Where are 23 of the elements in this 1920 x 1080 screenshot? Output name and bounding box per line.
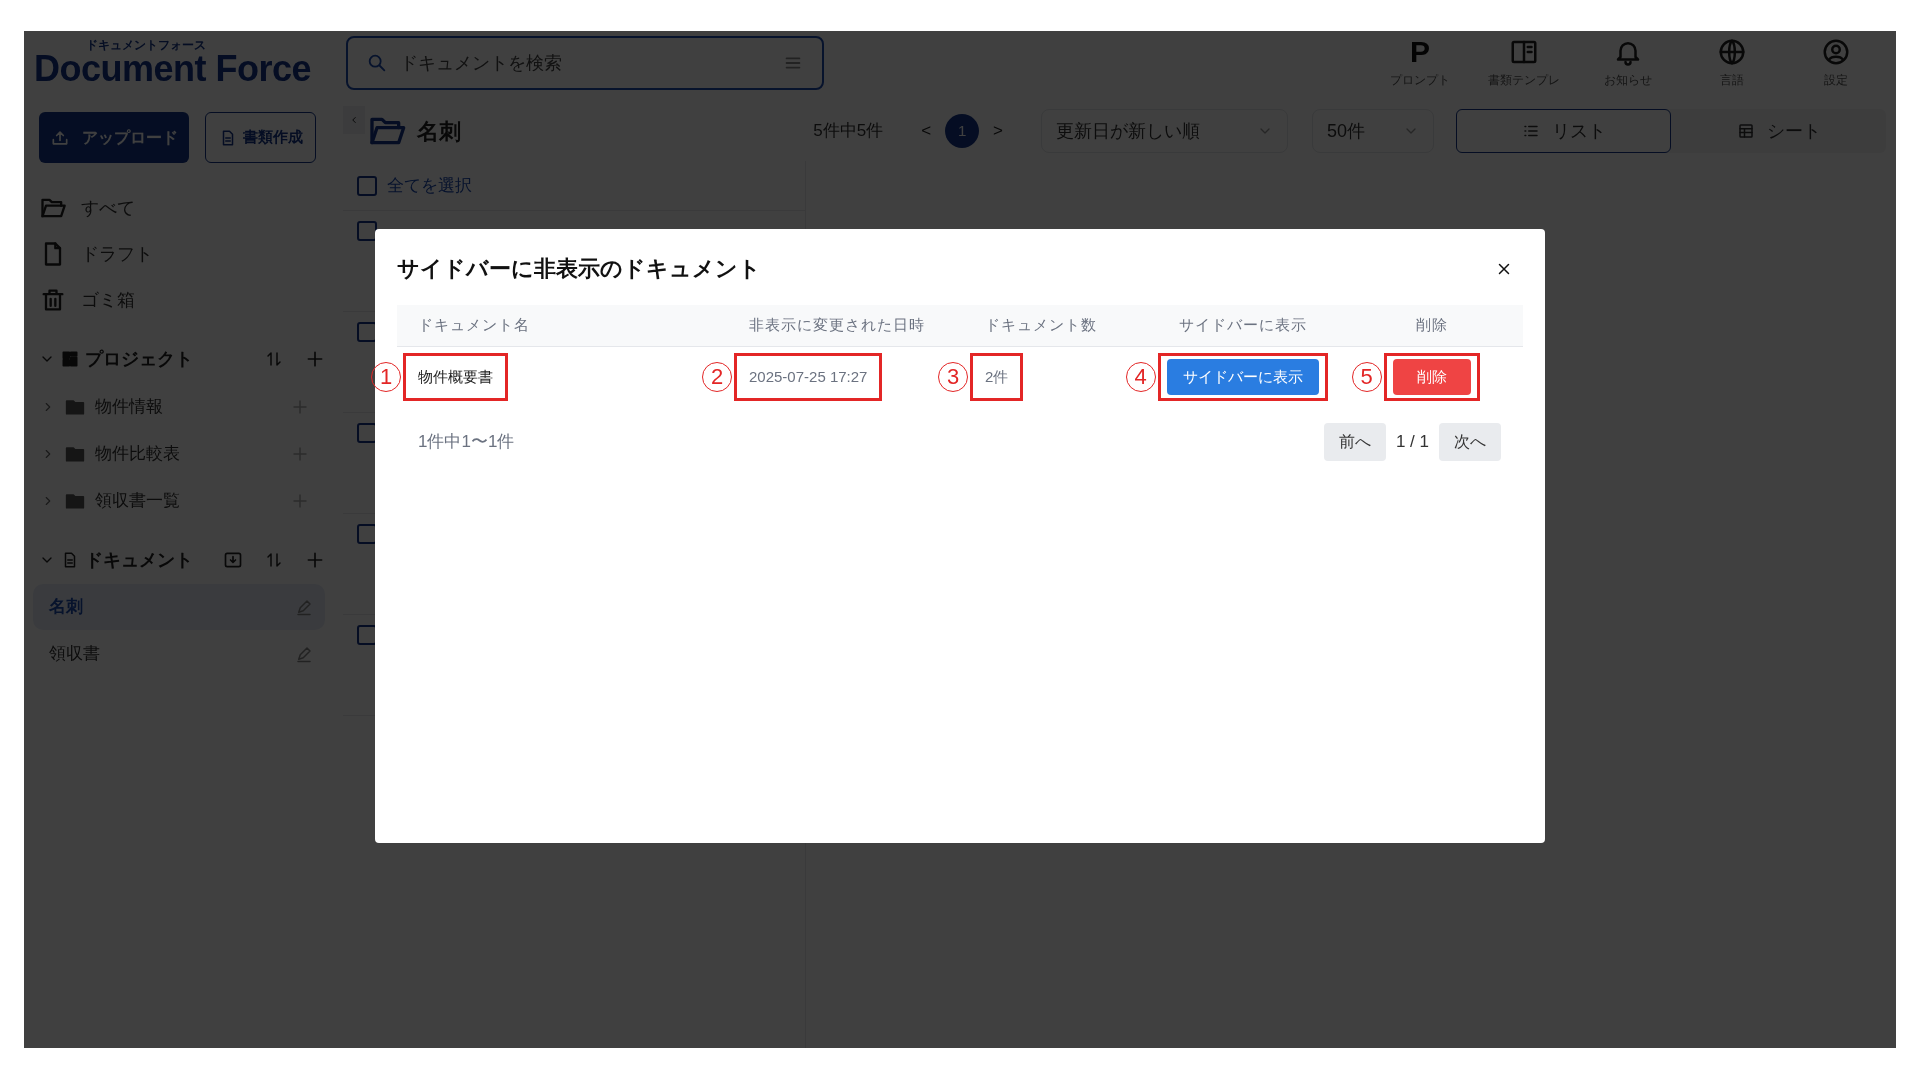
show-in-sidebar-button[interactable]: サイドバーに表示 bbox=[1166, 359, 1319, 395]
section-title: ドキュメント bbox=[85, 548, 194, 572]
next-button[interactable]: 次へ bbox=[1439, 423, 1501, 461]
previous-page-button[interactable]: < bbox=[907, 118, 946, 144]
modal-title: サイドバーに非表示のドキュメント bbox=[397, 255, 761, 283]
folder-title: 名刺 bbox=[417, 117, 461, 146]
table-cell-text: 物件概要書 bbox=[418, 366, 493, 387]
column-header: サイドバーに表示 bbox=[1145, 305, 1340, 347]
logo-subtitle: ドキュメントフォース bbox=[85, 39, 207, 51]
logo: Document Force bbox=[34, 51, 313, 87]
next-page-button[interactable]: > bbox=[979, 118, 1017, 144]
delete-button[interactable]: 削除 bbox=[1392, 359, 1471, 395]
column-header: ドキュメント数 bbox=[964, 305, 1145, 347]
table-cell-text: 2025-07-25 17:27 bbox=[749, 366, 868, 387]
column-header: 非表示に変更された日時 bbox=[728, 305, 964, 347]
prompt-icon: P bbox=[1410, 37, 1430, 67]
column-header: ドキュメント名 bbox=[397, 305, 728, 347]
section-title: プロジェクト bbox=[85, 347, 194, 371]
column-header: 削除 bbox=[1340, 305, 1523, 347]
table-cell-text: 2件 bbox=[985, 366, 1009, 387]
result-summary: 1件中1〜1件 bbox=[418, 431, 516, 454]
previous-button[interactable]: 前へ bbox=[1323, 423, 1386, 461]
page-indicator: 1 / 1 bbox=[1395, 431, 1429, 454]
